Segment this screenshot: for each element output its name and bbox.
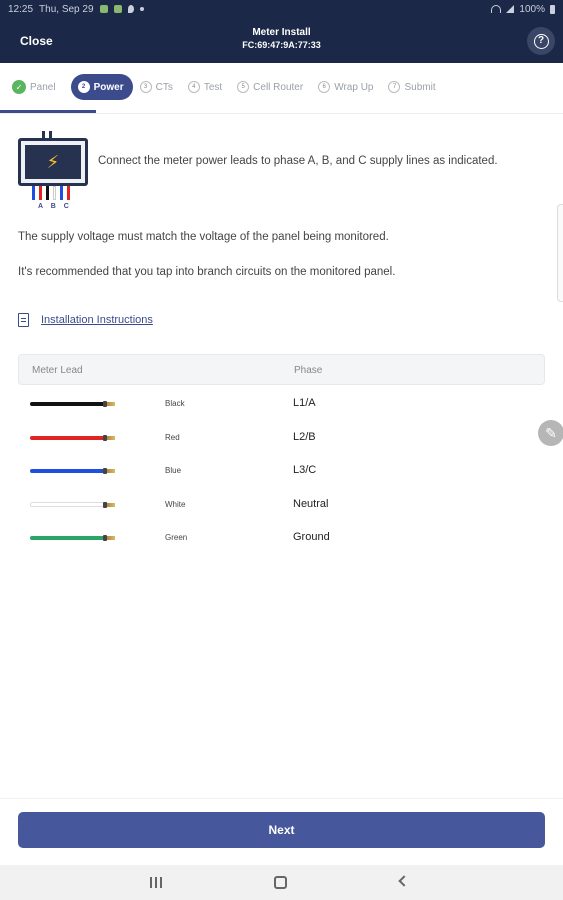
wifi-icon <box>491 5 502 13</box>
lead-color-label: Green <box>165 533 188 542</box>
header-titles: Meter Install FC:69:47:9A:77:33 <box>0 27 563 50</box>
wire-swatch <box>30 402 108 406</box>
location-icon <box>127 5 134 13</box>
lead-color-label: Blue <box>165 466 182 475</box>
pencil-icon: ✎ <box>545 424 557 441</box>
phase-value: L3/C <box>293 464 317 476</box>
wire-swatch <box>30 469 108 473</box>
lead-color-label: White <box>165 499 186 509</box>
step-submit[interactable]: 7 Submit <box>388 74 443 100</box>
table-row: White Neutral <box>18 488 545 522</box>
check-icon: ✓ <box>12 80 26 94</box>
phase-value: L1/A <box>293 397 316 409</box>
voltage-note: The supply voltage must match the voltag… <box>18 231 389 243</box>
table-row: Black L1/A <box>18 387 545 421</box>
step-power[interactable]: 2 Power <box>70 74 133 100</box>
next-button[interactable]: Next <box>18 812 545 848</box>
status-date: Thu, Sep 29 <box>39 3 94 15</box>
step-label: Submit <box>404 81 436 93</box>
back-icon[interactable] <box>398 875 410 887</box>
divider <box>0 113 563 114</box>
page-title: Meter Install <box>252 27 311 38</box>
table-body: Black L1/A Red L2/B Blue L3/C White Neutral Gree… <box>18 385 545 555</box>
phase-header: Phase <box>294 365 323 376</box>
phase-value: Ground <box>293 531 330 543</box>
table-row: Green Ground <box>18 521 545 555</box>
lead-leg-icon <box>46 186 49 200</box>
step-number: 3 <box>139 81 152 93</box>
intro-text: Connect the meter power leads to phase A… <box>98 155 498 167</box>
lead-leg-icon <box>60 186 63 200</box>
status-time: 12:25 <box>8 3 34 15</box>
lead-color-label: Black <box>165 399 185 408</box>
lead-phase-table: Meter Lead Phase Black L1/A Red L2/B Blue L3/… <box>18 354 545 555</box>
side-scroll-handle[interactable] <box>557 204 563 302</box>
phase-value: Neutral <box>293 497 329 510</box>
wire-tip <box>107 536 115 540</box>
home-icon[interactable] <box>274 876 287 889</box>
step-panel[interactable]: ✓ Panel <box>12 74 64 100</box>
phase-value: L2/B <box>293 430 316 443</box>
installation-instructions-link[interactable]: Installation Instructions <box>18 313 153 327</box>
installation-instructions-label[interactable]: Installation Instructions <box>41 314 153 326</box>
step-test[interactable]: 4 Test <box>187 74 230 100</box>
step-label: Wrap Up <box>334 81 374 93</box>
device-id: FC:69:47:9A:77:33 <box>242 40 321 50</box>
document-icon <box>18 313 29 327</box>
lightning-bolt-icon: ⚡ <box>25 145 81 179</box>
system-nav-bar <box>0 865 563 900</box>
wire-tip <box>107 469 115 473</box>
signal-icon <box>506 5 515 13</box>
stepper: ✓ Panel 2 Power 3 CTs 4 Test 5 Cell Router 6 Wrap U… <box>0 63 563 111</box>
table-header: Meter Lead Phase <box>18 354 545 385</box>
wire-swatch <box>30 536 108 540</box>
meter-screen: ⚡ <box>18 138 88 186</box>
step-label: Cell Router <box>253 81 304 93</box>
phase-labels: A B C <box>38 203 72 210</box>
lead-leg-icon <box>67 186 70 200</box>
battery-percent: 100% <box>519 3 545 15</box>
wire-swatch <box>30 435 108 440</box>
notification-icon <box>113 5 122 13</box>
step-number: 7 <box>388 81 401 93</box>
help-button[interactable]: ? <box>527 27 555 55</box>
recent-apps-icon[interactable] <box>150 877 162 888</box>
table-row: Red L2/B <box>18 421 545 455</box>
battery-icon <box>550 4 555 14</box>
step-number: 6 <box>318 81 331 93</box>
notification-icon <box>99 5 108 13</box>
step-cts[interactable]: 3 CTs <box>139 74 181 100</box>
step-number: 2 <box>77 81 90 93</box>
help-icon: ? <box>533 33 549 49</box>
meter-illustration: ⚡ A B C <box>18 131 88 213</box>
step-number: 5 <box>237 81 250 93</box>
meter-lead-header: Meter Lead <box>32 365 83 376</box>
step-cell-router[interactable]: 5 Cell Router <box>237 74 311 100</box>
status-bar: 12:25 Thu, Sep 29 100% <box>0 0 563 18</box>
wire-tip <box>107 435 115 440</box>
lead-leg-icon <box>53 186 56 200</box>
step-wrap-up[interactable]: 6 Wrap Up <box>318 74 381 100</box>
wire-tip <box>107 402 115 406</box>
lead-leg-icon <box>32 186 35 200</box>
edit-button[interactable]: ✎ <box>538 420 563 446</box>
lead-leg-icon <box>39 186 42 200</box>
step-number: 4 <box>187 81 200 93</box>
wire-tip <box>107 502 115 507</box>
branch-circuit-note: It's recommended that you tap into branc… <box>18 266 396 278</box>
step-label: Test <box>203 81 223 93</box>
step-label: CTs <box>155 81 173 93</box>
lead-color-label: Red <box>165 432 180 442</box>
table-row: Blue L3/C <box>18 454 545 488</box>
more-notifications-icon <box>139 7 144 11</box>
app-bar: Close Meter Install FC:69:47:9A:77:33 ? <box>0 18 563 63</box>
step-label: Panel <box>30 81 56 93</box>
step-label: Power <box>93 81 124 93</box>
wire-swatch <box>30 501 108 507</box>
